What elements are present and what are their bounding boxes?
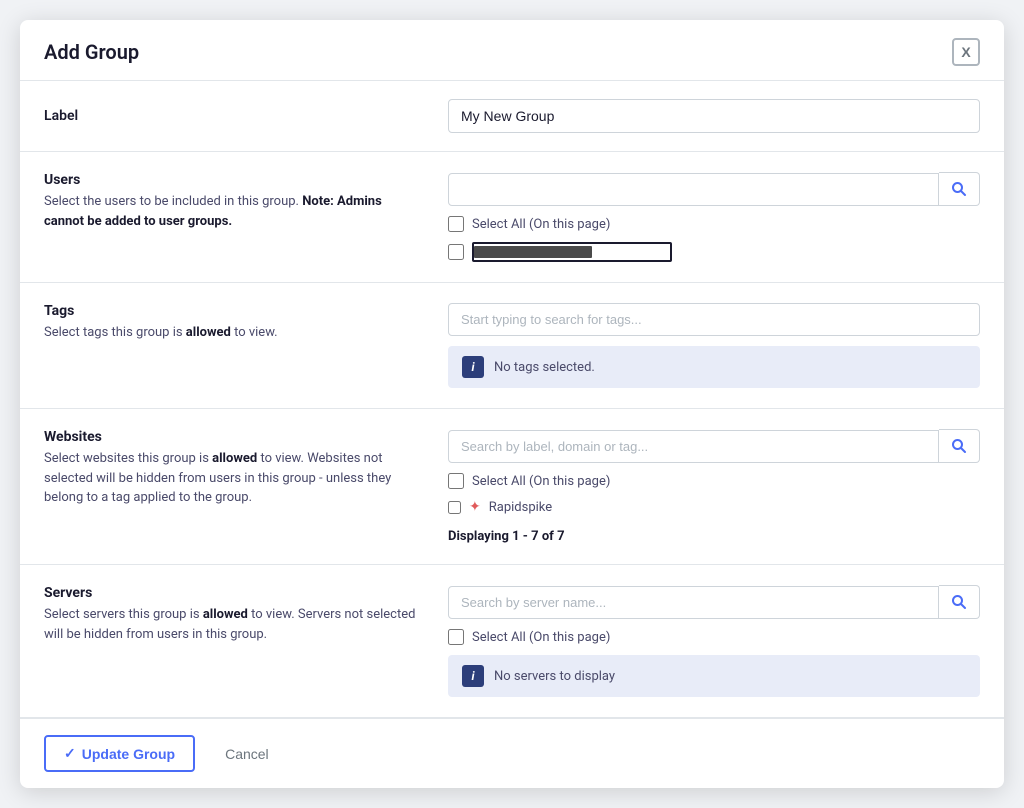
label-input[interactable] <box>448 99 980 133</box>
tags-heading: Tags <box>44 303 424 319</box>
label-field-input-wrapper <box>448 99 980 133</box>
websites-select-all-row: Select All (On this page) <box>448 473 980 489</box>
servers-section-label: Servers Select servers this group is all… <box>44 585 424 644</box>
modal-title: Add Group <box>44 40 139 64</box>
servers-search-row <box>448 585 980 619</box>
info-icon: i <box>462 665 484 687</box>
servers-no-servers-message: No servers to display <box>494 669 615 684</box>
servers-heading: Servers <box>44 585 424 601</box>
tags-search-input[interactable] <box>448 303 980 336</box>
websites-displaying-text: Displaying 1 - 7 of 7 <box>448 525 980 544</box>
users-select-all-row: Select All (On this page) <box>448 216 980 232</box>
websites-search-row <box>448 429 980 463</box>
users-heading: Users <box>44 172 424 188</box>
servers-select-all-checkbox[interactable] <box>448 629 464 645</box>
label-section: Label <box>20 81 1004 152</box>
users-select-all-checkbox[interactable] <box>448 216 464 232</box>
websites-search-input[interactable] <box>448 430 939 463</box>
tags-section-label: Tags Select tags this group is allowed t… <box>44 303 424 343</box>
users-search-button[interactable] <box>939 172 980 206</box>
add-group-modal: Add Group X Label Users Select the users… <box>20 20 1004 788</box>
servers-description: Select servers this group is allowed to … <box>44 605 424 644</box>
tags-info-box: i No tags selected. <box>448 346 980 388</box>
cancel-button[interactable]: Cancel <box>207 738 287 770</box>
websites-search-button[interactable] <box>939 429 980 463</box>
users-scroll-row <box>448 242 980 262</box>
websites-select-all-checkbox[interactable] <box>448 473 464 489</box>
tags-section-content: i No tags selected. <box>448 303 980 388</box>
users-section-label: Users Select the users to be included in… <box>44 172 424 231</box>
modal-header: Add Group X <box>20 20 1004 81</box>
websites-select-all-label: Select All (On this page) <box>472 474 610 489</box>
servers-select-all-row: Select All (On this page) <box>448 629 980 645</box>
users-section: Users Select the users to be included in… <box>20 152 1004 283</box>
modal-footer: ✓ Update Group Cancel <box>20 718 1004 788</box>
users-item-checkbox[interactable] <box>448 244 464 260</box>
servers-select-all-label: Select All (On this page) <box>472 630 610 645</box>
search-icon <box>951 594 967 610</box>
servers-search-button[interactable] <box>939 585 980 619</box>
website-item-rapidspike: ✦ Rapidspike <box>448 499 980 515</box>
websites-section-label: Websites Select websites this group is a… <box>44 429 424 508</box>
users-scroll-thumb <box>474 246 592 258</box>
websites-section-content: Select All (On this page) ✦ Rapidspike D… <box>448 429 980 544</box>
website-rapidspike-checkbox[interactable] <box>448 501 461 514</box>
close-button[interactable]: X <box>952 38 980 66</box>
servers-section-content: Select All (On this page) i No servers t… <box>448 585 980 697</box>
servers-info-box: i No servers to display <box>448 655 980 697</box>
websites-section: Websites Select websites this group is a… <box>20 409 1004 565</box>
servers-search-input[interactable] <box>448 586 939 619</box>
website-rapidspike-label: Rapidspike <box>489 500 552 515</box>
tags-description: Select tags this group is allowed to vie… <box>44 323 424 343</box>
search-icon <box>951 181 967 197</box>
servers-section: Servers Select servers this group is all… <box>20 565 1004 718</box>
users-select-all-label: Select All (On this page) <box>472 217 610 232</box>
users-section-content: Select All (On this page) <box>448 172 980 262</box>
label-field-label: Label <box>44 108 424 124</box>
tags-no-tags-message: No tags selected. <box>494 360 595 375</box>
update-group-button[interactable]: ✓ Update Group <box>44 735 195 772</box>
tags-section: Tags Select tags this group is allowed t… <box>20 283 1004 409</box>
users-description: Select the users to be included in this … <box>44 192 424 231</box>
users-search-row <box>448 172 980 206</box>
search-icon <box>951 438 967 454</box>
info-icon: i <box>462 356 484 378</box>
websites-heading: Websites <box>44 429 424 445</box>
users-scroll-area[interactable] <box>472 242 672 262</box>
users-search-input[interactable] <box>448 173 939 206</box>
modal-body: Label Users Select the users to be inclu… <box>20 81 1004 718</box>
rapidspike-icon: ✦ <box>469 499 481 515</box>
websites-description: Select websites this group is allowed to… <box>44 449 424 508</box>
